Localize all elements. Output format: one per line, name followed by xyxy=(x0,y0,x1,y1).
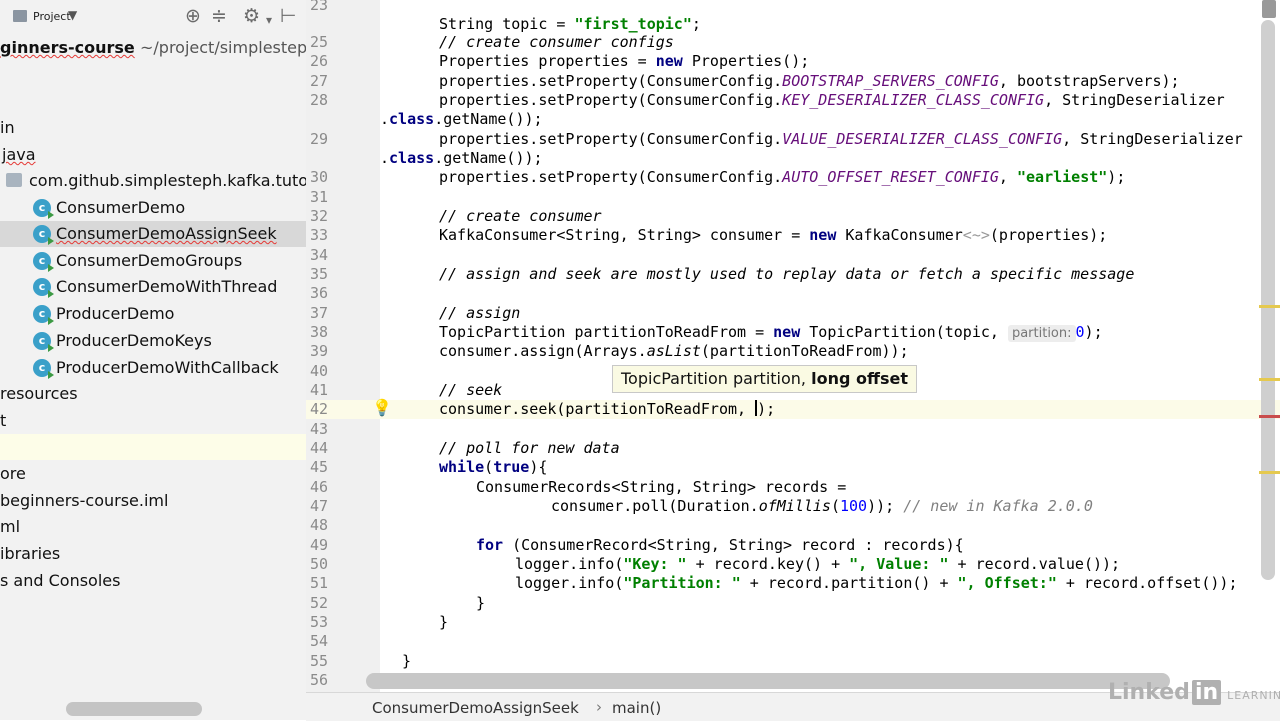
code-line: 43 xyxy=(309,420,328,438)
gear-icon[interactable]: ⚙ xyxy=(243,6,260,26)
code-line: 46 ConsumerRecords<String, String> record… xyxy=(309,478,847,496)
code-line: 47 consumer.poll(Duration.ofMillis(100));… xyxy=(309,497,1093,515)
tree-item-consumerdemo[interactable]: c ConsumerDemo xyxy=(0,195,306,221)
warning-stripe[interactable] xyxy=(1259,305,1280,308)
project-icon xyxy=(13,10,27,22)
tree-item-java[interactable]: java xyxy=(0,142,306,168)
parameter-info-tooltip: TopicPartition partition, long offset xyxy=(612,365,917,393)
code-line: .class.getName()); xyxy=(380,149,543,167)
warning-stripe[interactable] xyxy=(1259,471,1280,474)
class-icon: c xyxy=(33,225,54,245)
breadcrumb-separator: › xyxy=(596,698,602,716)
code-line: 55} xyxy=(309,652,412,670)
parameter-hint: partition: xyxy=(1007,325,1076,342)
tree-item-pom[interactable]: ml xyxy=(0,514,306,540)
tree-item-package[interactable]: com.github.simplesteph.kafka.tuto xyxy=(0,168,306,194)
collapse-icon[interactable]: ≑ xyxy=(211,6,227,26)
code-line: .class.getName()); xyxy=(380,110,543,128)
code-line: 50 logger.info("Key: " + record.key() + "… xyxy=(309,555,1121,573)
tree-item-external-libraries[interactable]: ibraries xyxy=(0,541,306,567)
tree-item-resources[interactable]: resources xyxy=(0,381,306,407)
chevron-down-icon[interactable]: ▼ xyxy=(68,8,77,22)
gear-dropdown-icon[interactable]: ▾ xyxy=(266,10,272,30)
tree-item-consumerdemoassignseek[interactable]: c ConsumerDemoAssignSeek xyxy=(0,221,306,247)
code-line: 35// assign and seek are mostly used to … xyxy=(309,265,1135,283)
code-line: 27 properties.setProperty(ConsumerConfig.… xyxy=(309,72,1180,90)
code-line: 36 xyxy=(309,284,328,302)
breadcrumb-class[interactable]: ConsumerDemoAssignSeek xyxy=(372,699,579,717)
tree-item-producerdemowithcallback[interactable]: c ProducerDemoWithCallback xyxy=(0,355,306,381)
project-panel: Project ▼ ⊕ ≑ ⚙ ▾ ⊢ ginners-course ~/pro… xyxy=(0,0,307,720)
project-toolbar: Project ▼ ⊕ ≑ ⚙ ▾ ⊢ xyxy=(0,0,306,34)
code-line: 51 logger.info("Partition: " + record.par… xyxy=(309,574,1238,592)
warning-stripe[interactable] xyxy=(1259,378,1280,381)
code-line: 30 properties.setProperty(ConsumerConfig.… xyxy=(309,168,1126,186)
class-icon: c xyxy=(33,359,54,379)
code-line: 49 for (ConsumerRecord<String, String> re… xyxy=(309,536,964,554)
tree-item-scratches[interactable]: s and Consoles xyxy=(0,568,306,594)
hide-icon[interactable]: ⊢ xyxy=(280,6,297,26)
code-line: 44// poll for new data xyxy=(309,439,620,457)
tree-item-producerdemo[interactable]: c ProducerDemo xyxy=(0,301,306,327)
tree-item-gitignore[interactable]: ore xyxy=(0,461,306,487)
code-line: 48 xyxy=(309,516,328,534)
linkedin-learning-watermark: LinkedinLEARNING xyxy=(1108,680,1280,705)
globe-icon[interactable]: ⊕ xyxy=(185,6,201,26)
class-icon: c xyxy=(33,305,54,325)
horizontal-scrollbar[interactable] xyxy=(366,673,1170,689)
class-icon: c xyxy=(33,278,54,298)
tree-item-iml[interactable]: beginners-course.iml xyxy=(0,488,306,514)
code-line: 53} xyxy=(309,613,449,631)
project-view-selector[interactable]: Project xyxy=(33,10,71,23)
tree-root[interactable]: ginners-course ~/project/simplestep xyxy=(0,35,306,61)
code-line: 33 KafkaConsumer<String, String> consumer… xyxy=(309,226,1108,244)
code-line: 37// assign xyxy=(309,304,521,322)
code-line: 31 xyxy=(309,188,328,206)
code-line: 45 while(true){ xyxy=(309,458,548,476)
vertical-scrollbar[interactable] xyxy=(1261,20,1275,580)
tree-item-consumerdemowiththread[interactable]: c ConsumerDemoWithThread xyxy=(0,274,306,300)
error-stripe[interactable] xyxy=(1259,415,1280,418)
code-line: 54 xyxy=(309,632,328,650)
tree-item-main[interactable]: in xyxy=(0,115,306,141)
code-line: 26 Properties properties = new Properties… xyxy=(309,52,810,70)
code-line: 23 String topic = "first_topic"; xyxy=(309,0,701,33)
class-icon: c xyxy=(33,252,54,272)
code-line-current[interactable]: 42 consumer.seek(partitionToReadFrom, ); xyxy=(306,400,1280,419)
class-icon: c xyxy=(33,332,54,352)
tree-root-path: ~/project/simplestep xyxy=(140,38,307,57)
code-line: 39 consumer.assign(Arrays.asList(partitio… xyxy=(309,342,909,360)
tree-item-target[interactable] xyxy=(0,434,306,460)
code-line: 25// create consumer configs xyxy=(309,33,674,51)
package-icon xyxy=(6,173,22,187)
lightbulb-icon[interactable]: 💡 xyxy=(372,398,392,418)
panel-horizontal-scrollbar[interactable] xyxy=(66,702,202,716)
class-icon: c xyxy=(33,199,54,219)
code-line: 38 TopicPartition partitionToReadFrom = n… xyxy=(309,323,1103,342)
code-line: 32// create consumer xyxy=(309,207,602,225)
code-line: 34 xyxy=(309,246,328,264)
code-line: 28 properties.setProperty(ConsumerConfig.… xyxy=(309,91,1225,109)
code-line: 52} xyxy=(309,594,486,612)
tree-item-consumerdemogroups[interactable]: c ConsumerDemoGroups xyxy=(0,248,306,274)
code-editor[interactable]: 23 String topic = "first_topic"; 25// cr… xyxy=(306,0,1280,721)
tree-root-label: ginners-course xyxy=(0,38,135,57)
breadcrumb-method[interactable]: main() xyxy=(612,699,661,717)
tree-item-producerdemokeys[interactable]: c ProducerDemoKeys xyxy=(0,328,306,354)
code-line: 29 properties.setProperty(ConsumerConfig.… xyxy=(309,130,1243,148)
tree-item-test[interactable]: t xyxy=(0,408,306,434)
